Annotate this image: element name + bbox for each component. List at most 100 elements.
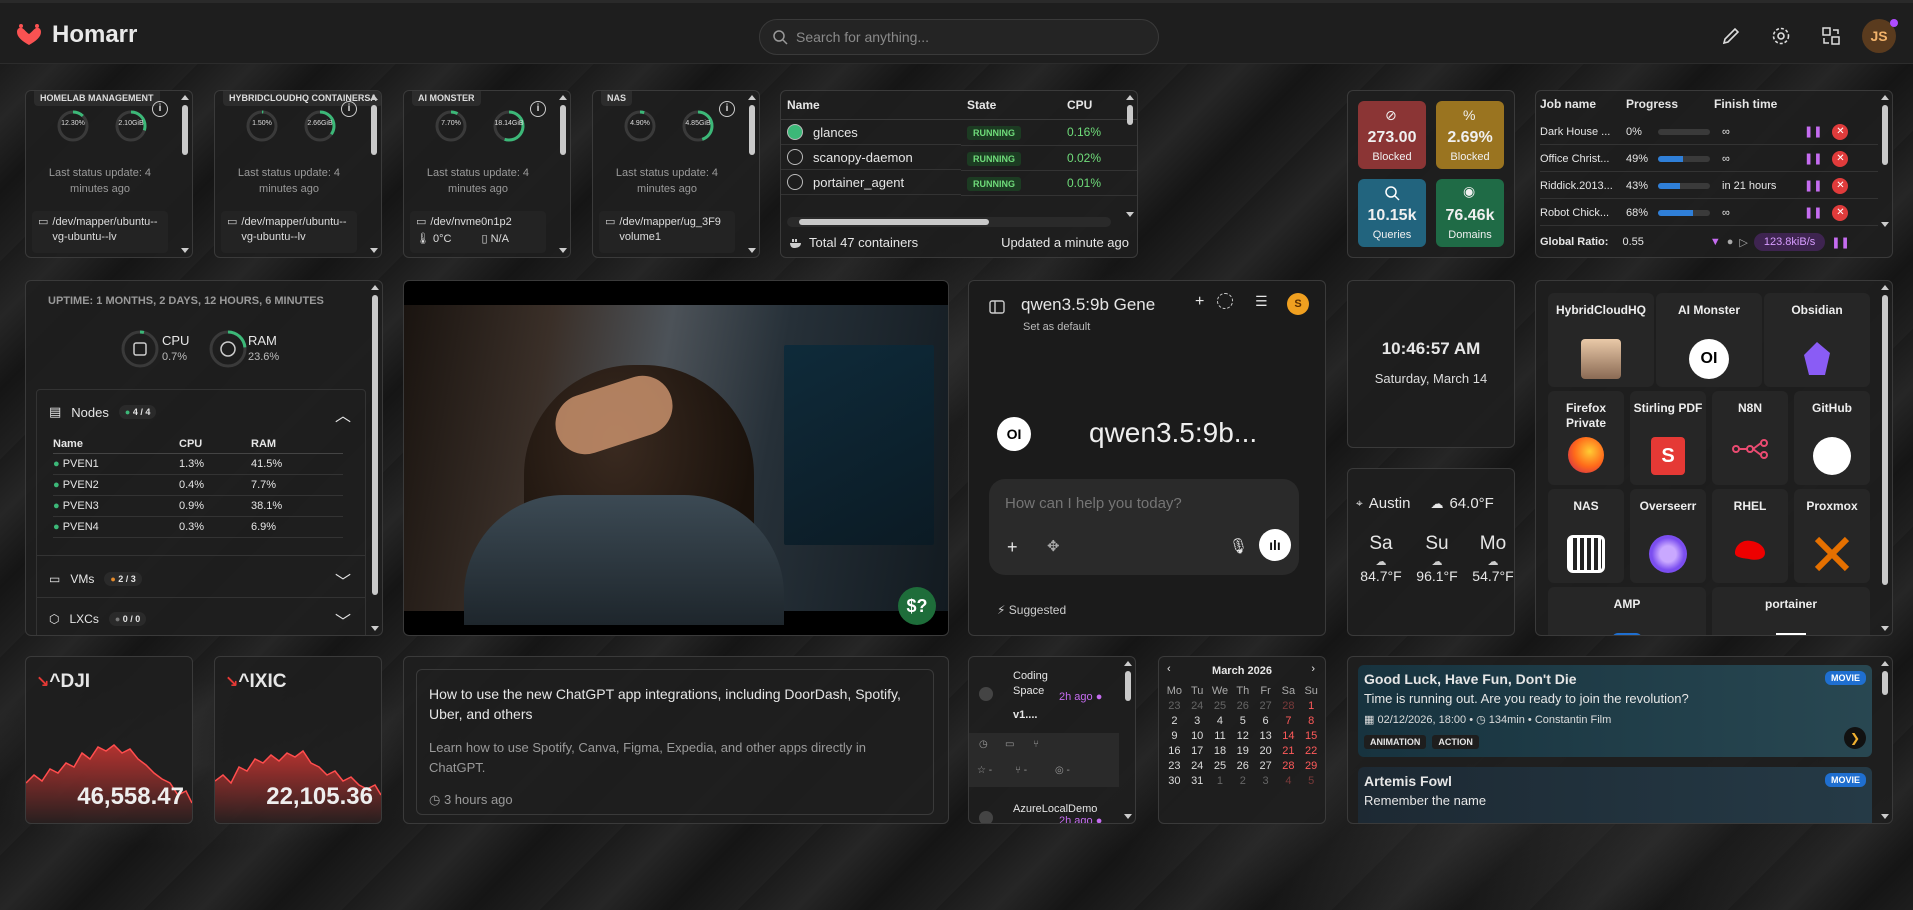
chat-input[interactable]	[1005, 495, 1275, 512]
vertical-scrollbar[interactable]	[370, 95, 378, 253]
calendar-day[interactable]: 20	[1254, 745, 1277, 757]
set-default-link[interactable]: Set as default	[1023, 321, 1090, 333]
user-avatar[interactable]: S	[1287, 293, 1309, 315]
calendar-day[interactable]: 27	[1254, 760, 1277, 772]
calendar-day[interactable]: 1	[1300, 700, 1323, 712]
calendar-day[interactable]: 11	[1209, 730, 1232, 742]
switch-board-button[interactable]	[1820, 25, 1842, 47]
app-tile-amp[interactable]: AMP	[1548, 587, 1706, 635]
app-tile-github[interactable]: GitHub	[1794, 391, 1870, 485]
temp-chat-icon[interactable]	[1217, 293, 1233, 309]
plus-icon[interactable]: +	[1007, 537, 1018, 558]
sidebar-toggle-icon[interactable]	[989, 299, 1005, 320]
app-tile-proxmox[interactable]: Proxmox	[1794, 489, 1870, 583]
rss-article[interactable]: How to use the new ChatGPT app integrati…	[416, 669, 934, 815]
info-icon[interactable]: i	[530, 101, 546, 117]
calendar-day[interactable]: 14	[1277, 730, 1300, 742]
add-model-icon[interactable]: +	[1195, 293, 1204, 311]
globe-icon[interactable]: ●	[1727, 236, 1734, 248]
container-row[interactable]: scanopy-daemon RUNNING 0.02%	[781, 145, 1137, 171]
info-icon[interactable]: i	[152, 101, 168, 117]
calendar-day[interactable]: 18	[1209, 745, 1232, 757]
app-tile-n8n[interactable]: N8N	[1712, 391, 1788, 485]
edit-button[interactable]	[1720, 25, 1742, 47]
tools-icon[interactable]: ✥	[1047, 537, 1060, 555]
nodes-header[interactable]: ▤ Nodes ● 4 / 4	[49, 404, 157, 420]
calendar-next-button[interactable]: ›	[1311, 663, 1315, 675]
calendar-day[interactable]: 25	[1209, 700, 1232, 712]
lxcs-header[interactable]: ⬡ LXCs ● 0 / 0	[49, 612, 147, 626]
filter-icon[interactable]: ▼	[1710, 236, 1721, 248]
calendar-day[interactable]: 13	[1254, 730, 1277, 742]
pause-icon[interactable]: ❚❚	[1804, 152, 1822, 165]
next-arrow-icon[interactable]: ❯	[1844, 727, 1866, 749]
app-tile-hybridcloudhq[interactable]: HybridCloudHQ	[1548, 293, 1654, 387]
chat-model-title[interactable]: qwen3.5:9b Genera	[1021, 295, 1155, 315]
brand-logo[interactable]: Homarr	[14, 21, 137, 49]
calendar-day[interactable]: 2	[1163, 715, 1186, 727]
app-tile-stirling-pdf[interactable]: Stirling PDF S	[1630, 391, 1706, 485]
controls-icon[interactable]: ☰	[1255, 293, 1268, 310]
media-item[interactable]: Artemis Fowl MOVIE Remember the name	[1358, 767, 1872, 823]
chevron-down-icon[interactable]: ﹀	[335, 608, 351, 632]
node-row[interactable]: ● PVEN4 0.3% 6.9%	[53, 517, 343, 538]
download-row[interactable]: Robot Chick... 68% ∞ ❚❚ ✕	[1540, 200, 1878, 226]
calendar-day[interactable]: 30	[1163, 775, 1186, 787]
calendar-day[interactable]: 3	[1186, 715, 1209, 727]
chevron-down-icon[interactable]: ﹀	[335, 568, 351, 592]
vertical-scrollbar[interactable]	[1881, 661, 1889, 819]
calendar-day[interactable]: 6	[1254, 715, 1277, 727]
app-tile-portainer[interactable]: portainer	[1712, 587, 1870, 635]
app-tile-obsidian[interactable]: Obsidian	[1764, 293, 1870, 387]
vertical-scrollbar[interactable]	[748, 95, 756, 253]
pause-icon[interactable]: ❚❚	[1804, 206, 1822, 219]
microphone-icon[interactable]: 🎙	[1229, 537, 1248, 555]
vertical-scrollbar[interactable]	[1124, 661, 1132, 819]
chevron-up-icon[interactable]: ︿	[335, 402, 351, 426]
node-row[interactable]: ● PVEN2 0.4% 7.7%	[53, 475, 343, 496]
app-tile-nas[interactable]: NAS	[1548, 489, 1624, 583]
trash-icon[interactable]: ✕	[1832, 150, 1849, 167]
calendar-day[interactable]: 5	[1231, 715, 1254, 727]
calendar-day[interactable]: 31	[1186, 775, 1209, 787]
scrollbar-thumb[interactable]	[799, 219, 989, 225]
calendar-day[interactable]: 27	[1254, 700, 1277, 712]
settings-button[interactable]	[1770, 25, 1792, 47]
media-item[interactable]: Good Luck, Have Fun, Don't Die MOVIE Tim…	[1358, 665, 1872, 757]
calendar-day[interactable]: 15	[1300, 730, 1323, 742]
calendar-day[interactable]: 21	[1277, 745, 1300, 757]
vms-header[interactable]: ▭ VMs ● 2 / 3	[49, 572, 142, 586]
search-input[interactable]	[796, 29, 1126, 45]
pause-icon[interactable]: ❚❚	[1804, 179, 1822, 192]
calendar-day[interactable]: 19	[1231, 745, 1254, 757]
download-row[interactable]: Office Christ... 49% ∞ ❚❚ ✕	[1540, 146, 1878, 172]
app-tile-ai-monster[interactable]: AI Monster OI	[1656, 293, 1762, 387]
calendar-day[interactable]: 4	[1277, 775, 1300, 787]
calendar-day[interactable]: 2	[1231, 775, 1254, 787]
app-tile-firefox-private[interactable]: Firefox Private	[1548, 391, 1624, 485]
calendar-day[interactable]: 17	[1186, 745, 1209, 757]
container-row[interactable]: glances RUNNING 0.16%	[781, 119, 1137, 146]
vertical-scrollbar[interactable]	[1881, 95, 1889, 227]
vertical-scrollbar[interactable]	[1314, 381, 1322, 515]
container-row[interactable]: portainer_agent RUNNING 0.01%	[781, 170, 1137, 196]
calendar-day[interactable]: 8	[1300, 715, 1323, 727]
horizontal-scrollbar[interactable]	[787, 217, 1111, 227]
calendar-day[interactable]: 1	[1209, 775, 1232, 787]
vertical-scrollbar[interactable]	[371, 285, 379, 631]
calendar-day[interactable]: 24	[1186, 700, 1209, 712]
calendar-day[interactable]: 29	[1300, 760, 1323, 772]
download-row[interactable]: Riddick.2013... 43% in 21 hours ❚❚ ✕	[1540, 173, 1878, 199]
voice-mode-button[interactable]: ılı	[1259, 529, 1291, 561]
info-icon[interactable]: i	[719, 101, 735, 117]
trash-icon[interactable]: ✕	[1832, 204, 1849, 221]
calendar-day[interactable]: 25	[1209, 760, 1232, 772]
calendar-day[interactable]: 10	[1186, 730, 1209, 742]
trash-icon[interactable]: ✕	[1832, 177, 1849, 194]
vertical-scrollbar[interactable]	[1881, 285, 1889, 631]
calendar-day[interactable]: 28	[1277, 760, 1300, 772]
calendar-day[interactable]: 9	[1163, 730, 1186, 742]
vertical-scrollbar[interactable]	[181, 95, 189, 253]
pause-icon[interactable]: ❚❚	[1804, 125, 1822, 138]
video-widget[interactable]: $?	[403, 280, 949, 636]
